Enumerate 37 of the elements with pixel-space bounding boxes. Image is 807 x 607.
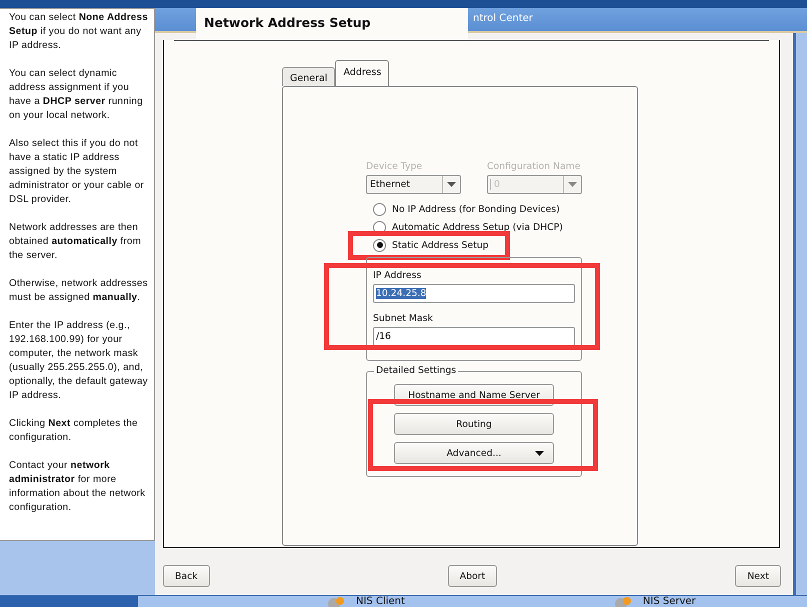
taskbar-item[interactable]: NIS Server — [642, 596, 696, 607]
help-text: Also select this if you do not have a static IP address assigned by the system administrator or your cable or DSL provider. — [9, 137, 145, 207]
help-text: You can select None Address Setup if you do not want any IP address. — [9, 11, 148, 53]
field-label: Subnet Mask — [373, 313, 434, 326]
window-title: ntrol Center — [473, 13, 533, 24]
dropdown-arrow-icon — [568, 182, 577, 187]
input-field[interactable]: 10.24.25.8 — [373, 284, 575, 303]
radio-button[interactable] — [373, 238, 386, 252]
radio-label: Static Address Setup — [392, 240, 489, 250]
dropdown-arrow-icon — [447, 182, 456, 187]
help-text: Contact your network administrator for more information about the network configuration. — [9, 459, 146, 515]
dropdown[interactable]: Ethernet — [366, 175, 461, 194]
help-text: Otherwise, network addresses must be assigned manually. — [9, 277, 148, 305]
app-icon — [328, 596, 344, 607]
help-text: Enter the IP address (e.g., 192.168.100.99) for your computer, the network mask (usually 255.255.255.0), and, optionally, the default gateway IP address. — [9, 319, 148, 403]
radio-label: No IP Address (for Bonding Devices) — [392, 204, 560, 214]
button[interactable]: Back — [163, 565, 210, 587]
app-icon — [614, 596, 631, 607]
field-label: Configuration Name — [487, 161, 582, 174]
input-field[interactable]: /16 — [373, 327, 575, 346]
dialog-title: Network Address Setup — [204, 15, 371, 30]
dropdown-arrow-icon — [535, 451, 544, 456]
radio-label: Automatic Address Setup (via DHCP) — [392, 222, 563, 232]
taskbar-item[interactable]: NIS Client — [356, 596, 405, 607]
field-label: IP Address — [373, 270, 422, 283]
radio-button[interactable] — [373, 202, 386, 216]
help-text: You can select dynamic address assignment if you have a DHCP server running on your local network. — [9, 67, 144, 123]
button[interactable]: Abort — [448, 565, 498, 587]
field-label: Device Type — [366, 161, 424, 174]
button[interactable]: Routing — [394, 413, 554, 435]
button[interactable]: Next — [735, 565, 781, 587]
help-text: Network addresses are then obtained automatically from the server. — [9, 221, 142, 263]
button[interactable]: Advanced... — [394, 442, 554, 464]
group-title: Detailed Settings — [374, 365, 458, 376]
tab[interactable]: Address — [335, 60, 390, 86]
help-text: Clicking Next completes the configuration. — [9, 417, 139, 445]
tab[interactable]: General — [282, 67, 336, 86]
